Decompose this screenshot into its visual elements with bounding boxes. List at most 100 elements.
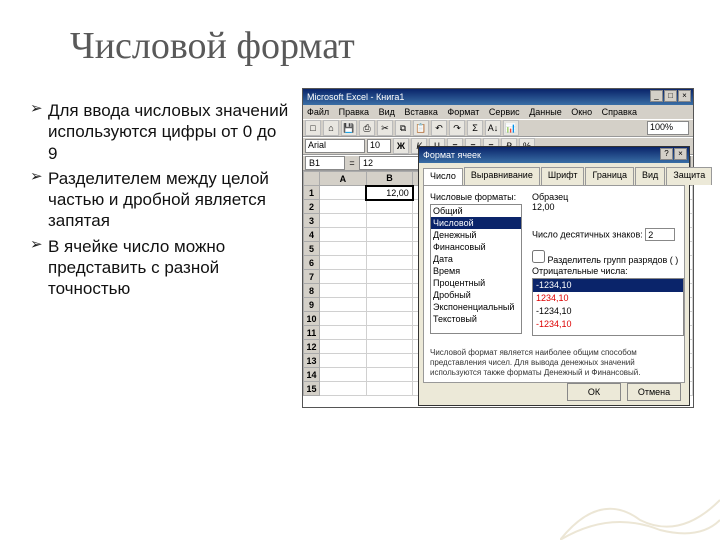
paste-icon[interactable]: 📋 — [413, 120, 429, 136]
redo-icon[interactable]: ↷ — [449, 120, 465, 136]
dialog-tabs: Число Выравнивание Шрифт Граница Вид Защ… — [419, 167, 689, 185]
close-button[interactable]: × — [678, 90, 691, 102]
cell-b1[interactable]: 12,00 — [366, 186, 413, 200]
row-header[interactable]: 15 — [304, 382, 320, 396]
tab-number[interactable]: Число — [423, 168, 463, 186]
sample-label: Образец — [532, 192, 568, 202]
excel-titlebar: Microsoft Excel - Книга1 _ □ × — [303, 89, 693, 105]
list-item[interactable]: Общий — [431, 205, 521, 217]
print-icon[interactable]: ⎙ — [359, 120, 375, 136]
decimal-label: Число десятичных знаков: — [532, 230, 643, 240]
row-header[interactable]: 9 — [304, 298, 320, 312]
row-header[interactable]: 1 — [304, 186, 320, 200]
minimize-button[interactable]: _ — [650, 90, 663, 102]
row-header[interactable]: 6 — [304, 256, 320, 270]
chart-icon[interactable]: 📊 — [503, 120, 519, 136]
menu-item[interactable]: Формат — [447, 107, 479, 117]
new-icon[interactable]: □ — [305, 120, 321, 136]
row-header[interactable]: 10 — [304, 312, 320, 326]
menu-bar: Файл Правка Вид Вставка Формат Сервис Да… — [303, 105, 693, 119]
list-item[interactable]: Текстовый — [431, 313, 521, 325]
negative-label: Отрицательные числа: — [532, 266, 628, 276]
font-select[interactable]: Arial — [305, 139, 365, 153]
list-item[interactable]: -1234,10 — [533, 305, 683, 318]
col-header[interactable]: A — [320, 172, 367, 186]
list-item[interactable]: Финансовый — [431, 241, 521, 253]
decimal-stepper[interactable] — [645, 228, 675, 241]
bullet-list: Для ввода числовых значений используются… — [30, 100, 290, 303]
menu-item[interactable]: Вид — [379, 107, 395, 117]
list-item[interactable]: Дробный — [431, 289, 521, 301]
ok-button[interactable]: ОК — [567, 383, 621, 401]
menu-item[interactable]: Окно — [571, 107, 592, 117]
row-header[interactable]: 3 — [304, 214, 320, 228]
bullet-item: Для ввода числовых значений используются… — [30, 100, 290, 164]
list-item[interactable]: Числовой — [431, 217, 521, 229]
menu-item[interactable]: Сервис — [489, 107, 520, 117]
sort-asc-icon[interactable]: A↓ — [485, 120, 501, 136]
row-header[interactable]: 7 — [304, 270, 320, 284]
list-item[interactable]: Экспоненциальный — [431, 301, 521, 313]
fx-icon[interactable]: = — [345, 158, 359, 168]
menu-item[interactable]: Вставка — [404, 107, 437, 117]
row-header[interactable]: 14 — [304, 368, 320, 382]
excel-title: Microsoft Excel - Книга1 — [307, 89, 404, 105]
standard-toolbar: □ ⌂ 💾 ⎙ ✂ ⧉ 📋 ↶ ↷ Σ A↓ 📊 100% — [303, 119, 693, 137]
tab-font[interactable]: Шрифт — [541, 167, 585, 185]
dialog-close-button[interactable]: × — [674, 148, 687, 160]
list-item[interactable]: -1234,10 — [533, 279, 683, 292]
separator-label: Разделитель групп разрядов ( ) — [548, 255, 679, 265]
negative-listbox[interactable]: -1234,10 1234,10 -1234,10 -1234,10 — [532, 278, 684, 336]
page-title: Числовой формат — [70, 24, 355, 68]
format-cells-dialog: Формат ячеек ? × Число Выравнивание Шриф… — [418, 146, 690, 406]
col-header[interactable]: B — [366, 172, 413, 186]
sample-value: 12,00 — [532, 202, 555, 212]
row-header[interactable]: 12 — [304, 340, 320, 354]
cancel-button[interactable]: Отмена — [627, 383, 681, 401]
list-item[interactable]: -1234,10 — [533, 318, 683, 331]
row-header[interactable]: 4 — [304, 228, 320, 242]
name-box[interactable]: B1 — [305, 156, 345, 170]
row-header[interactable]: 5 — [304, 242, 320, 256]
list-item[interactable]: Дата — [431, 253, 521, 265]
format-description: Числовой формат является наиболее общим … — [430, 348, 684, 378]
tab-fill[interactable]: Вид — [635, 167, 665, 185]
dialog-help-button[interactable]: ? — [660, 148, 673, 160]
menu-item[interactable]: Данные — [529, 107, 562, 117]
tab-alignment[interactable]: Выравнивание — [464, 167, 540, 185]
menu-item[interactable]: Справка — [602, 107, 637, 117]
menu-item[interactable]: Правка — [339, 107, 369, 117]
dialog-body: Числовые форматы: Общий Числовой Денежны… — [423, 185, 685, 383]
dialog-titlebar: Формат ячеек ? × — [419, 147, 689, 163]
category-listbox[interactable]: Общий Числовой Денежный Финансовый Дата … — [430, 204, 522, 334]
sum-icon[interactable]: Σ — [467, 120, 483, 136]
row-header[interactable]: 13 — [304, 354, 320, 368]
undo-icon[interactable]: ↶ — [431, 120, 447, 136]
menu-item[interactable]: Файл — [307, 107, 329, 117]
dialog-title: Формат ячеек — [423, 147, 481, 163]
bold-icon[interactable]: Ж — [393, 138, 409, 154]
row-header[interactable]: 2 — [304, 200, 320, 214]
row-header[interactable]: 8 — [304, 284, 320, 298]
select-all-corner[interactable] — [304, 172, 320, 186]
font-size-select[interactable]: 10 — [367, 139, 391, 153]
bullet-item: В ячейке число можно представить с разно… — [30, 236, 290, 300]
cut-icon[interactable]: ✂ — [377, 120, 393, 136]
tab-protection[interactable]: Защита — [666, 167, 712, 185]
copy-icon[interactable]: ⧉ — [395, 120, 411, 136]
decimal-row: Число десятичных знаков: — [532, 228, 684, 241]
separator-checkbox[interactable] — [532, 250, 545, 263]
tab-border[interactable]: Граница — [585, 167, 634, 185]
list-item[interactable]: Денежный — [431, 229, 521, 241]
bullet-item: Разделителем между целой частью и дробно… — [30, 168, 290, 232]
separator-checkbox-row[interactable]: Разделитель групп разрядов ( ) — [532, 250, 678, 265]
maximize-button[interactable]: □ — [664, 90, 677, 102]
list-item[interactable]: Процентный — [431, 277, 521, 289]
row-header[interactable]: 11 — [304, 326, 320, 340]
save-icon[interactable]: 💾 — [341, 120, 357, 136]
zoom-input[interactable]: 100% — [647, 121, 689, 135]
list-item[interactable]: 1234,10 — [533, 292, 683, 305]
list-item[interactable]: Время — [431, 265, 521, 277]
corner-decoration — [560, 480, 720, 540]
open-icon[interactable]: ⌂ — [323, 120, 339, 136]
